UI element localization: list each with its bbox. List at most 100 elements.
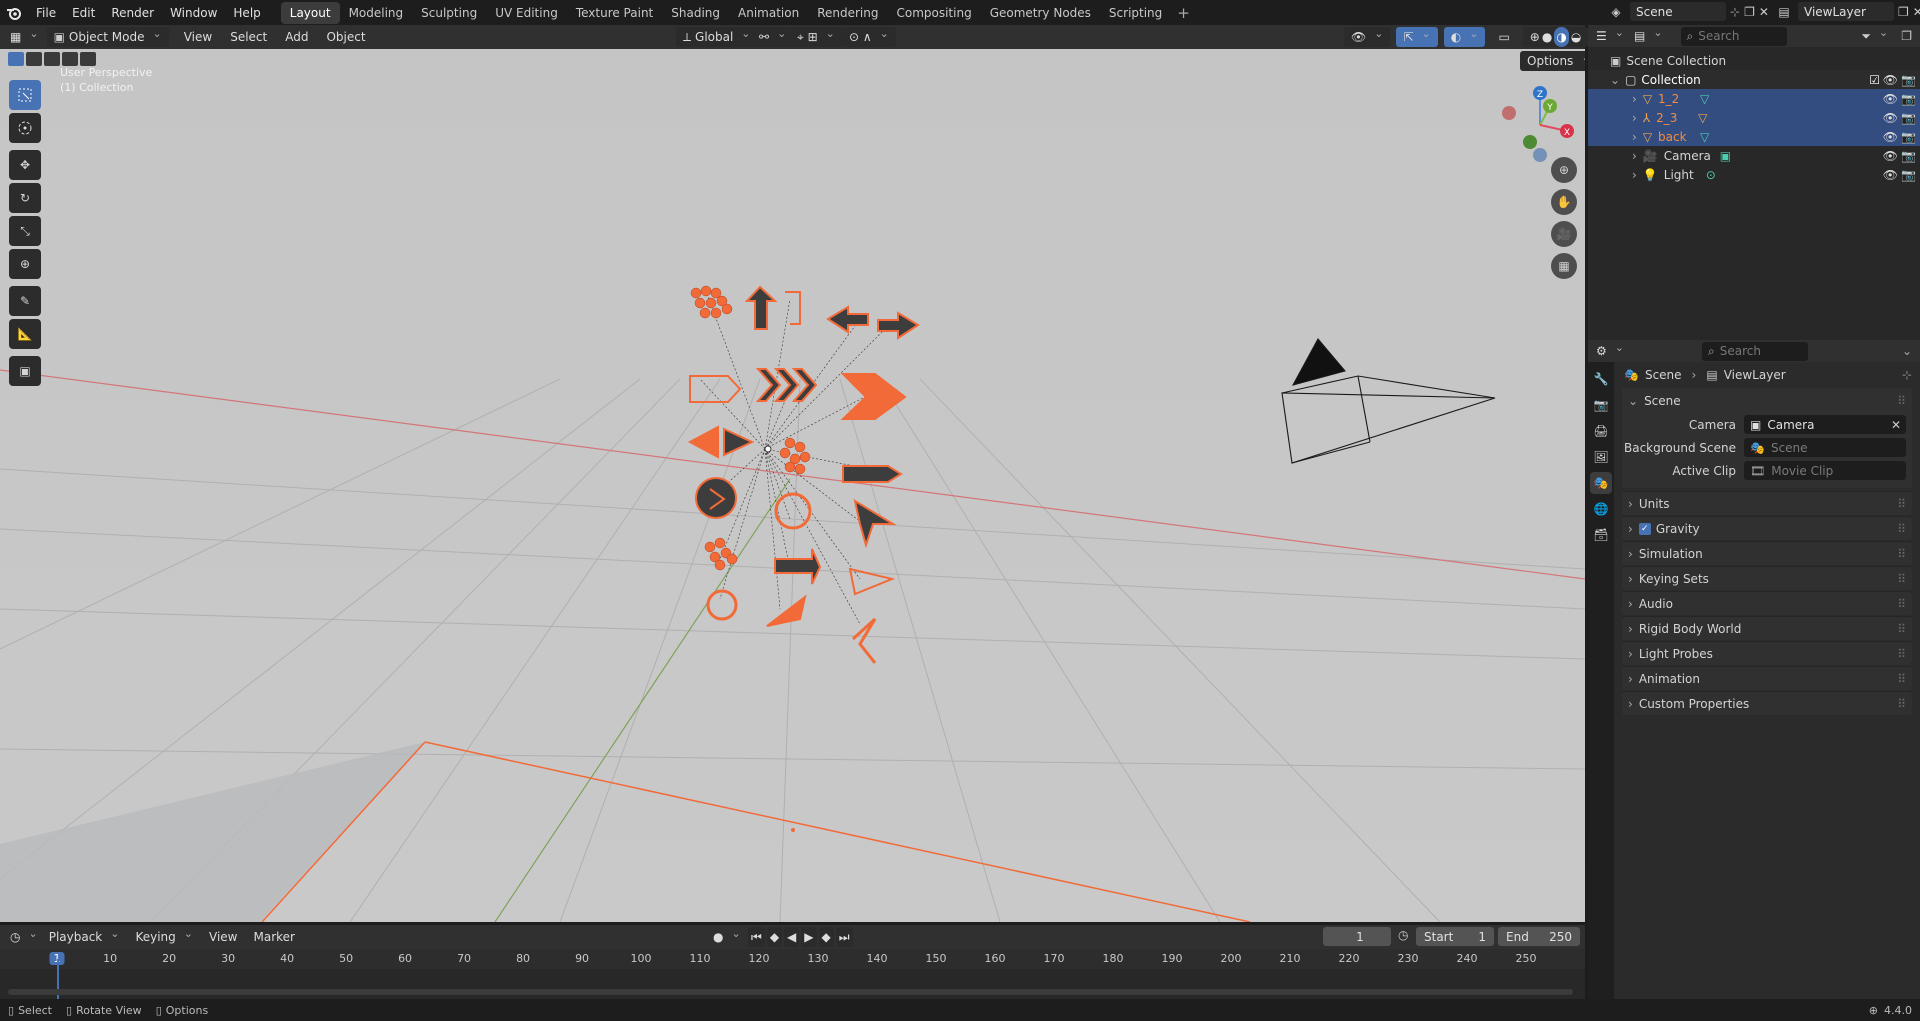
workspace-tab-rendering[interactable]: Rendering xyxy=(808,2,887,24)
background-scene-field[interactable]: 🎭 Scene xyxy=(1744,438,1906,457)
expand-icon[interactable]: › xyxy=(1632,130,1637,144)
outliner-editor-type-icon[interactable]: ☰ xyxy=(1594,26,1626,46)
select-box-tool-icon[interactable] xyxy=(9,80,41,110)
outliner-row-light[interactable]: › 💡 Light ⊙ 👁 📷 xyxy=(1588,165,1920,184)
zoom-icon[interactable]: ⊕ xyxy=(1551,157,1577,183)
drag-handle-icon[interactable]: ⠿ xyxy=(1897,394,1906,408)
material-shading-icon[interactable]: ◑ xyxy=(1554,27,1569,47)
timeline-editor-type-icon[interactable]: ◷ xyxy=(8,927,40,947)
visibility-icon[interactable]: 👁 xyxy=(1883,111,1898,125)
drag-handle-icon[interactable]: ⠿ xyxy=(1897,522,1906,536)
workspace-tab-sculpting[interactable]: Sculpting xyxy=(412,2,486,24)
scene-tab-icon[interactable]: 🎭 xyxy=(1590,472,1612,494)
jump-end-icon[interactable]: ⏭ xyxy=(835,927,853,947)
workspace-tab-geometry-nodes[interactable]: Geometry Nodes xyxy=(981,2,1100,24)
pin-properties-icon[interactable]: ⊹ xyxy=(1902,368,1912,382)
move-tool-icon[interactable]: ✥ xyxy=(9,150,41,180)
visibility-icon[interactable]: 👁 xyxy=(1883,130,1898,144)
select-invert-icon[interactable] xyxy=(62,52,78,66)
new-viewlayer-icon[interactable]: ❐ xyxy=(1898,5,1909,19)
preview-range-icon[interactable]: ◷ xyxy=(1398,928,1408,942)
solid-shading-icon[interactable]: ● xyxy=(1542,27,1552,47)
drag-handle-icon[interactable]: ⠿ xyxy=(1897,597,1906,611)
panel-expand-icon[interactable]: › xyxy=(1628,497,1633,511)
panel-custom-properties[interactable]: › Custom Properties ⠿ xyxy=(1622,691,1912,715)
active-clip-field[interactable]: 🎞 Movie Clip xyxy=(1744,461,1906,480)
expand-icon[interactable]: › xyxy=(1632,92,1637,106)
render-icon[interactable]: 📷 xyxy=(1901,168,1916,182)
new-collection-icon[interactable]: ❐ xyxy=(1901,29,1912,43)
viewport-menu-select[interactable]: Select xyxy=(223,27,274,47)
collection-visibility-icon[interactable]: 👁 xyxy=(1883,73,1898,87)
workspace-tab-animation[interactable]: Animation xyxy=(729,2,808,24)
filter-icon[interactable]: ⏷ xyxy=(1854,26,1895,46)
menu-window[interactable]: Window xyxy=(162,3,225,23)
add-cube-tool-icon[interactable]: ▣ xyxy=(9,356,41,386)
shading-modes[interactable]: ⊕ ● ◑ ◒ xyxy=(1522,27,1589,47)
rendered-shading-icon[interactable]: ◒ xyxy=(1571,27,1581,47)
display-mode-icon[interactable]: ▤ xyxy=(1632,26,1665,46)
delete-scene-icon[interactable]: ✕ xyxy=(1759,5,1769,19)
panel-expand-icon[interactable]: › xyxy=(1628,522,1633,536)
select-intersect-icon[interactable] xyxy=(80,52,96,66)
workspace-tab-uv-editing[interactable]: UV Editing xyxy=(486,2,567,24)
panel-expand-icon[interactable]: › xyxy=(1628,572,1633,586)
viewlayer-name-field[interactable]: ViewLayer xyxy=(1798,2,1894,21)
panel-expand-icon[interactable]: › xyxy=(1628,697,1633,711)
expand-collection-icon[interactable]: ⌄ xyxy=(1610,73,1620,87)
viewport-options-button[interactable]: Options xyxy=(1520,51,1585,71)
add-workspace-icon[interactable]: + xyxy=(1171,4,1196,22)
properties-options-icon[interactable]: ⌄ xyxy=(1902,344,1912,358)
navigation-gizmo[interactable]: Z Y X xyxy=(1500,83,1580,163)
workspace-tab-scripting[interactable]: Scripting xyxy=(1100,2,1171,24)
rotate-tool-icon[interactable]: ↻ xyxy=(9,183,41,213)
viewport-menu-add[interactable]: Add xyxy=(278,27,315,47)
outliner-row-1-2[interactable]: › ▽ 1_2 ▽ 👁 📷 xyxy=(1588,89,1920,108)
scene-selector-icon[interactable]: ◈ xyxy=(1606,5,1626,19)
drag-handle-icon[interactable]: ⠿ xyxy=(1897,547,1906,561)
menu-edit[interactable]: Edit xyxy=(64,3,103,23)
visibility-icon[interactable]: 👁 xyxy=(1883,168,1898,182)
menu-file[interactable]: File xyxy=(28,3,64,23)
timeline-menu-keying[interactable]: Keying xyxy=(128,927,200,947)
proportional-edit-dropdown[interactable]: ⊙ ∧ xyxy=(842,27,896,47)
timeline-menu-playback[interactable]: Playback xyxy=(42,927,127,947)
select-new-icon[interactable] xyxy=(8,52,24,66)
expand-icon[interactable]: › xyxy=(1632,149,1637,163)
collection-render-icon[interactable]: 📷 xyxy=(1901,73,1916,87)
panel-keying-sets[interactable]: › Keying Sets ⠿ xyxy=(1622,566,1912,590)
play-reverse-icon[interactable]: ◀ xyxy=(784,927,800,947)
panel-units[interactable]: › Units ⠿ xyxy=(1622,491,1912,515)
new-scene-icon[interactable]: ❐ xyxy=(1744,5,1755,19)
workspace-tab-compositing[interactable]: Compositing xyxy=(887,2,980,24)
render-icon[interactable]: 📷 xyxy=(1901,111,1916,125)
auto-keying-toggle-icon[interactable]: ● xyxy=(706,927,748,947)
play-icon[interactable]: ▶ xyxy=(801,927,817,947)
viewport-menu-view[interactable]: View xyxy=(177,27,219,47)
annotate-tool-icon[interactable]: ✎ xyxy=(9,286,41,316)
timeline-menu-view[interactable]: View xyxy=(202,927,244,947)
panel-rigid-body-world[interactable]: › Rigid Body World ⠿ xyxy=(1622,616,1912,640)
output-tab-icon[interactable]: 🖨 xyxy=(1590,420,1612,442)
tool-tab-icon[interactable]: 🔧 xyxy=(1590,368,1612,390)
xray-toggle-icon[interactable]: ▭ xyxy=(1491,27,1516,47)
panel-expand-icon[interactable]: › xyxy=(1628,647,1633,661)
workspace-tab-texture-paint[interactable]: Texture Paint xyxy=(567,2,662,24)
outliner-search-field[interactable]: ⌕ Search xyxy=(1680,26,1787,46)
panel-expand-icon[interactable]: ⌄ xyxy=(1628,394,1638,408)
panel-expand-icon[interactable]: › xyxy=(1628,597,1633,611)
panel-simulation[interactable]: › Simulation ⠿ xyxy=(1622,541,1912,565)
visibility-icon[interactable]: 👁 xyxy=(1883,92,1898,106)
scene-panel-header[interactable]: ⌄ Scene ⠿ xyxy=(1622,388,1912,413)
workspace-tab-shading[interactable]: Shading xyxy=(662,2,729,24)
drag-handle-icon[interactable]: ⠿ xyxy=(1897,622,1906,636)
timeline-scrollbar[interactable] xyxy=(8,989,1573,995)
render-icon[interactable]: 📷 xyxy=(1901,149,1916,163)
outliner-row-collection[interactable]: ⌄ ▢ Collection ☑ 👁 📷 xyxy=(1588,70,1920,89)
render-tab-icon[interactable]: 📷 xyxy=(1590,394,1612,416)
wireframe-shading-icon[interactable]: ⊕ xyxy=(1530,27,1540,47)
panel-expand-icon[interactable]: › xyxy=(1628,547,1633,561)
visibility-dropdown[interactable]: 👁 xyxy=(1344,27,1391,47)
gravity-checkbox[interactable]: ✓ xyxy=(1638,522,1651,535)
current-frame-field[interactable]: 1 xyxy=(1323,927,1391,946)
